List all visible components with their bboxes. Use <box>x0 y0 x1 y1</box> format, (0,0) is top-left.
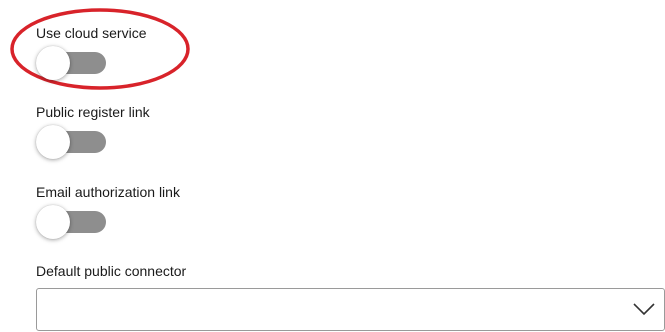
toggle-knob <box>36 205 70 239</box>
setting-default-public-connector: Default public connector <box>36 263 665 331</box>
setting-use-cloud-service: Use cloud service <box>36 25 147 80</box>
default-public-connector-select[interactable] <box>36 288 665 331</box>
use-cloud-service-toggle[interactable] <box>36 46 106 80</box>
public-register-link-toggle[interactable] <box>36 125 106 159</box>
email-authorization-link-toggle[interactable] <box>36 205 106 239</box>
email-authorization-link-label: Email authorization link <box>36 184 180 200</box>
public-register-link-label: Public register link <box>36 104 150 120</box>
use-cloud-service-label: Use cloud service <box>36 25 147 41</box>
setting-email-authorization-link: Email authorization link <box>36 184 180 239</box>
default-public-connector-label: Default public connector <box>36 263 187 279</box>
toggle-knob <box>36 46 70 80</box>
chevron-down-icon <box>633 303 655 316</box>
toggle-knob <box>36 125 70 159</box>
setting-public-register-link: Public register link <box>36 104 150 159</box>
